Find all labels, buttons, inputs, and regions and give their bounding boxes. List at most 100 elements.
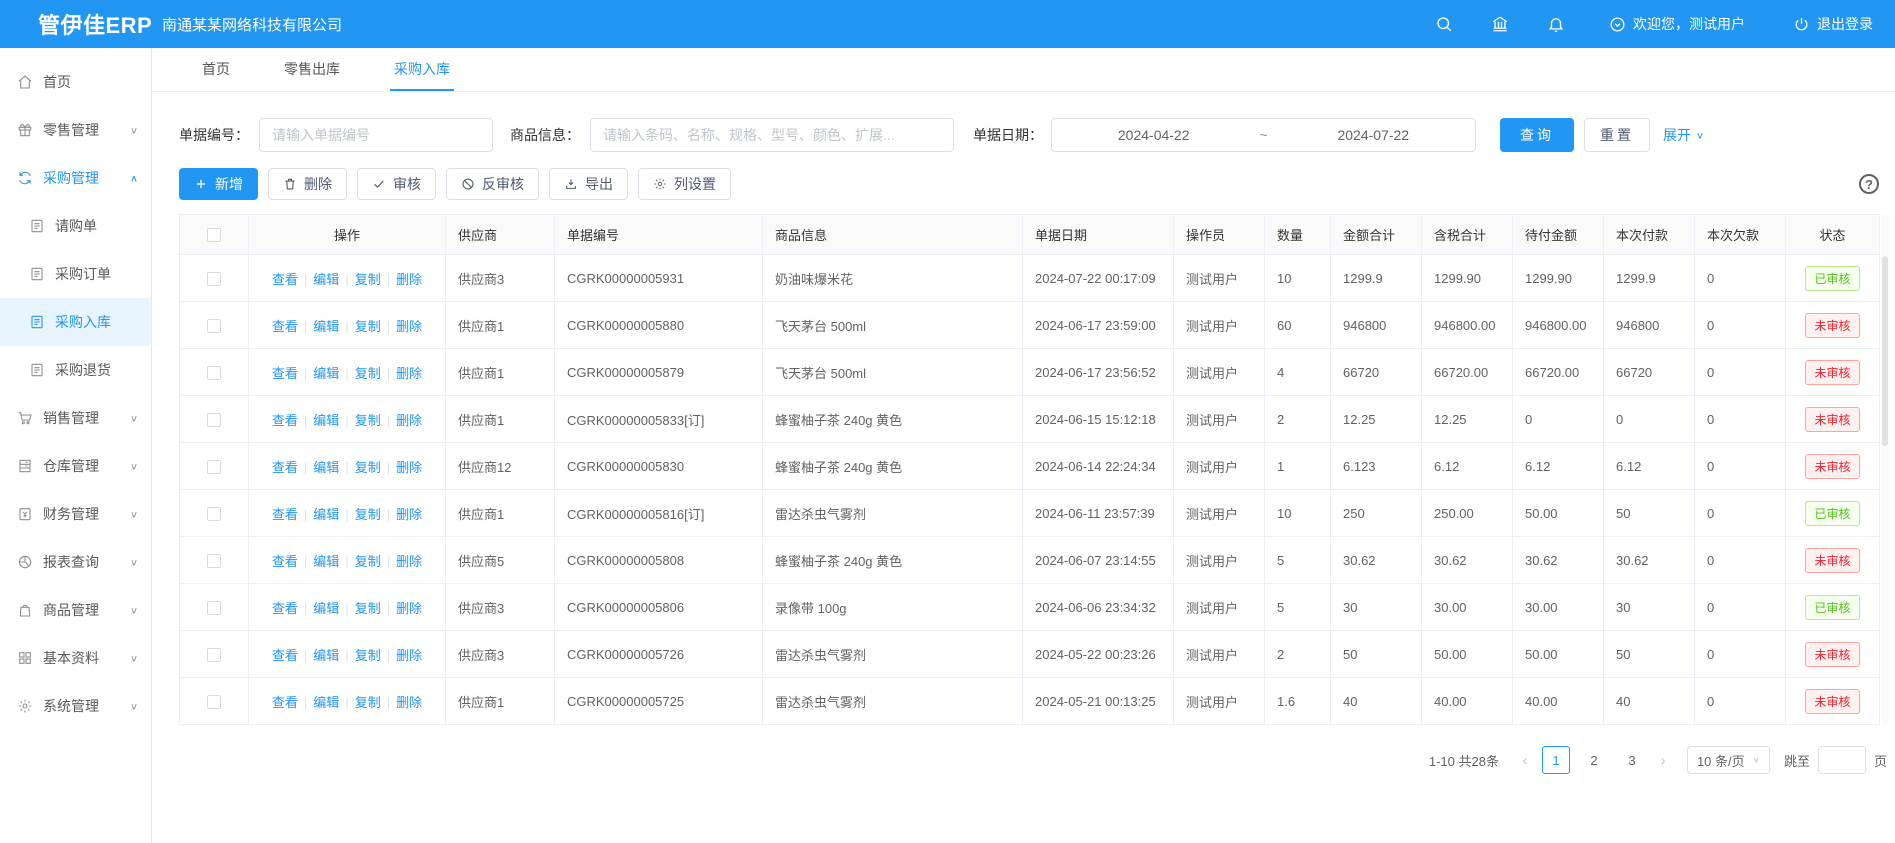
row-action-edit[interactable]: 编辑	[313, 272, 339, 287]
row-action-delete[interactable]: 删除	[396, 554, 422, 569]
unaudit-button[interactable]: 反审核	[446, 168, 539, 200]
row-action-view[interactable]: 查看	[272, 507, 298, 522]
date-range-picker[interactable]: 2024-04-22 ~ 2024-07-22	[1051, 118, 1476, 152]
row-action-view[interactable]: 查看	[272, 601, 298, 616]
scrollbar-thumb[interactable]	[1882, 256, 1888, 446]
row-action-view[interactable]: 查看	[272, 366, 298, 381]
audit-button[interactable]: 审核	[357, 168, 436, 200]
page-number-1[interactable]: 1	[1542, 746, 1570, 774]
row-action-delete[interactable]: 删除	[396, 413, 422, 428]
row-action-delete[interactable]: 删除	[396, 460, 422, 475]
page-number-2[interactable]: 2	[1580, 746, 1608, 774]
sidebar-item-purchase-mgmt[interactable]: 采购管理 ∧	[0, 154, 151, 202]
row-action-delete[interactable]: 删除	[396, 272, 422, 287]
search-icon[interactable]	[1435, 15, 1453, 33]
prev-page-arrow[interactable]: ‹	[1513, 752, 1537, 769]
select-all-checkbox[interactable]	[207, 228, 221, 242]
sidebar-item-purchase-inbound[interactable]: 采购入库	[0, 298, 151, 346]
row-action-view[interactable]: 查看	[272, 413, 298, 428]
expand-link[interactable]: 展开 ∨	[1663, 125, 1704, 145]
page-number-3[interactable]: 3	[1618, 746, 1646, 774]
row-action-copy[interactable]: 复制	[355, 648, 381, 663]
row-action-copy[interactable]: 复制	[355, 554, 381, 569]
sidebar-item-sales-mgmt[interactable]: 销售管理 ∨	[0, 394, 151, 442]
row-action-edit[interactable]: 编辑	[313, 319, 339, 334]
sidebar-item-purchase-return[interactable]: 采购退货	[0, 346, 151, 394]
sidebar-item-home[interactable]: 首页	[0, 58, 151, 106]
sidebar-item-warehouse-mgmt[interactable]: 仓库管理 ∨	[0, 442, 151, 490]
sidebar-item-system-mgmt[interactable]: 系统管理 ∨	[0, 682, 151, 730]
row-action-view[interactable]: 查看	[272, 319, 298, 334]
tab-purchase-inbound[interactable]: 采购入库	[390, 48, 454, 91]
row-action-copy[interactable]: 复制	[355, 601, 381, 616]
row-action-delete[interactable]: 删除	[396, 507, 422, 522]
row-action-edit[interactable]: 编辑	[313, 460, 339, 475]
row-action-edit[interactable]: 编辑	[313, 601, 339, 616]
bank-icon[interactable]	[1491, 15, 1509, 33]
row-checkbox[interactable]	[207, 695, 221, 709]
row-action-copy[interactable]: 复制	[355, 366, 381, 381]
row-action-copy[interactable]: 复制	[355, 272, 381, 287]
row-action-delete[interactable]: 删除	[396, 648, 422, 663]
row-action-copy[interactable]: 复制	[355, 460, 381, 475]
row-action-delete[interactable]: 删除	[396, 601, 422, 616]
jump-page-input[interactable]	[1818, 746, 1866, 774]
sidebar-item-finance-mgmt[interactable]: 财务管理 ∨	[0, 490, 151, 538]
row-action-edit[interactable]: 编辑	[313, 413, 339, 428]
sidebar-item-report-query[interactable]: 报表查询 ∨	[0, 538, 151, 586]
row-checkbox[interactable]	[207, 648, 221, 662]
row-checkbox[interactable]	[207, 460, 221, 474]
row-checkbox[interactable]	[207, 272, 221, 286]
help-icon[interactable]: ?	[1859, 174, 1879, 194]
page-size-select[interactable]: 10 条/页 ∨	[1687, 746, 1770, 774]
row-action-edit[interactable]: 编辑	[313, 507, 339, 522]
column-settings-button[interactable]: 列设置	[638, 168, 731, 200]
user-menu[interactable]: 欢迎您，测试用户	[1609, 14, 1745, 34]
row-action-edit[interactable]: 编辑	[313, 366, 339, 381]
row-checkbox[interactable]	[207, 319, 221, 333]
row-action-view[interactable]: 查看	[272, 648, 298, 663]
sidebar-item-basic-data[interactable]: 基本资料 ∨	[0, 634, 151, 682]
delete-button[interactable]: 删除	[268, 168, 347, 200]
add-button[interactable]: 新增	[179, 168, 258, 200]
row-action-delete[interactable]: 删除	[396, 695, 422, 710]
product-info-input[interactable]	[590, 118, 954, 152]
logout-button[interactable]: 退出登录	[1793, 14, 1873, 34]
document-icon	[29, 218, 45, 234]
tab-retail-outbound[interactable]: 零售出库	[280, 48, 344, 91]
row-action-view[interactable]: 查看	[272, 460, 298, 475]
row-action-delete[interactable]: 删除	[396, 366, 422, 381]
sidebar-item-retail-mgmt[interactable]: 零售管理 ∨	[0, 106, 151, 154]
row-action-view[interactable]: 查看	[272, 272, 298, 287]
row-action-edit[interactable]: 编辑	[313, 695, 339, 710]
sidebar-label: 销售管理	[43, 408, 99, 428]
row-checkbox[interactable]	[207, 601, 221, 615]
tab-home[interactable]: 首页	[198, 48, 234, 91]
row-checkbox[interactable]	[207, 413, 221, 427]
row-action-delete[interactable]: 删除	[396, 319, 422, 334]
row-action-copy[interactable]: 复制	[355, 319, 381, 334]
sidebar-item-purchase-order[interactable]: 采购订单	[0, 250, 151, 298]
row-action-copy[interactable]: 复制	[355, 695, 381, 710]
date-from-value[interactable]: 2024-04-22	[1052, 127, 1255, 143]
bell-icon[interactable]	[1547, 15, 1565, 33]
row-action-view[interactable]: 查看	[272, 695, 298, 710]
row-checkbox[interactable]	[207, 366, 221, 380]
search-button[interactable]: 查询	[1500, 118, 1574, 152]
row-action-edit[interactable]: 编辑	[313, 554, 339, 569]
next-page-arrow[interactable]: ›	[1651, 752, 1675, 769]
row-checkbox[interactable]	[207, 554, 221, 568]
row-action-copy[interactable]: 复制	[355, 413, 381, 428]
reset-button[interactable]: 重置	[1584, 118, 1650, 152]
export-button[interactable]: 导出	[549, 168, 628, 200]
row-action-edit[interactable]: 编辑	[313, 648, 339, 663]
sidebar-item-purchase-request[interactable]: 请购单	[0, 202, 151, 250]
vertical-scrollbar[interactable]	[1881, 214, 1889, 724]
row-action-copy[interactable]: 复制	[355, 507, 381, 522]
row-checkbox[interactable]	[207, 507, 221, 521]
date-to-value[interactable]: 2024-07-22	[1272, 127, 1475, 143]
doc-no-input[interactable]	[259, 118, 493, 152]
chevron-up-icon: ∧	[130, 172, 138, 183]
sidebar-item-product-mgmt[interactable]: 商品管理 ∨	[0, 586, 151, 634]
row-action-view[interactable]: 查看	[272, 554, 298, 569]
